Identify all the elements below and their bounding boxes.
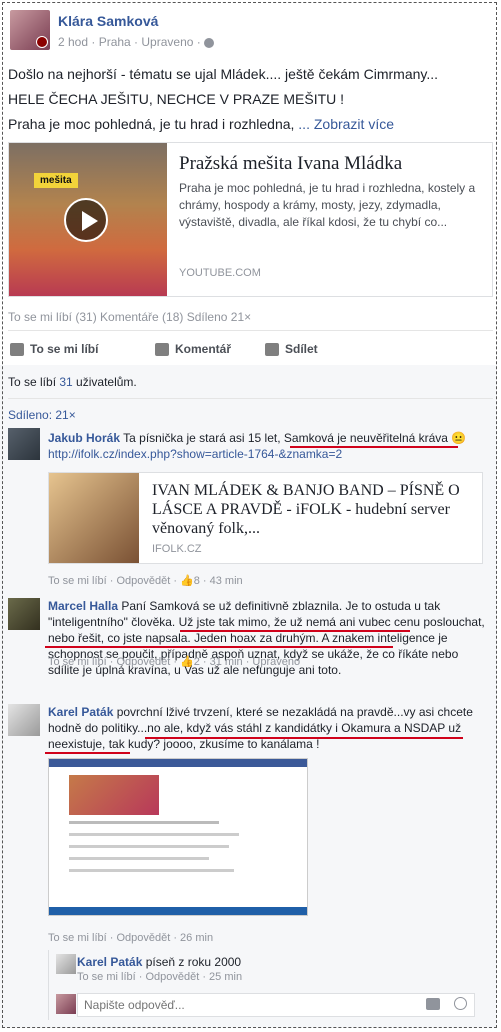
screenshot-border	[2, 2, 497, 1028]
